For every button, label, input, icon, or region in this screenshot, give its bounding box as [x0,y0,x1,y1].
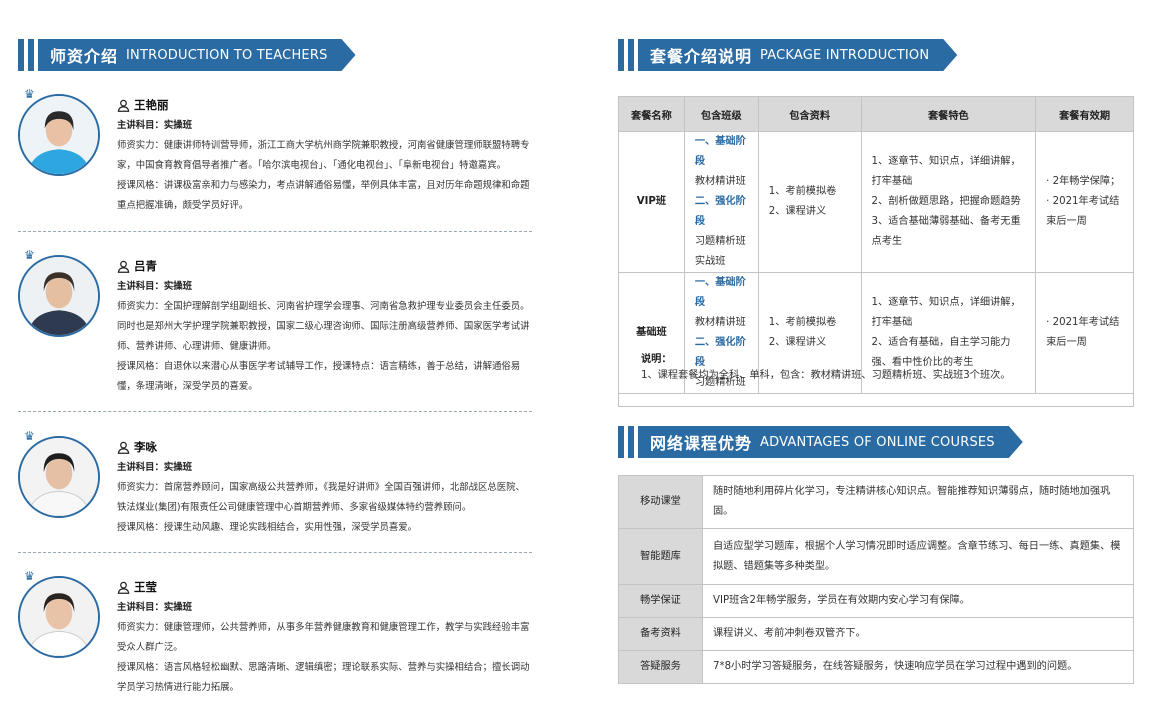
divider [18,552,532,553]
header-accent-bars [618,39,634,71]
advantage-key: 畅学保证 [618,584,703,618]
section-title-cn: 师资介绍 [50,47,119,66]
teacher-photo: ♛ [18,88,104,180]
header-accent-bars [18,39,34,71]
user-icon [117,581,130,594]
advantage-value: 课程讲义、考前冲刺卷双管齐下。 [702,617,1134,651]
table-row: 备考资料 课程讲义、考前冲刺卷双管齐下。 [618,617,1134,651]
table-header-cell: 包含资料 [757,96,862,132]
advantage-value: 随时随地利用碎片化学习，专注精讲核心知识点。智能推荐知识薄弱点，随时随地加强巩固… [702,475,1134,529]
teacher-subject: 主讲科目：实操班 [117,602,193,613]
teacher-strength: 师资实力：首席营养顾问，国家高级公共营养师，《我是好讲师》全国百强讲师，北部战区… [117,482,525,513]
table-row: 畅学保证 VIP班含2年畅学服务，学员在有效期内安心学习有保障。 [618,584,1134,618]
teacher-card: ♛ 李咏 主讲科目：实操班 师资实力：首席营养顾问，国家高级公共营养师，《我是好… [18,430,534,540]
crown-icon: ♛ [24,429,35,443]
advantages-table: 移动课堂 随时随地利用碎片化学习，专注精讲核心知识点。智能推荐知识薄弱点，随时随… [618,475,1134,684]
teacher-name: 李咏 [134,440,157,454]
teacher-subject: 主讲科目：实操班 [117,120,193,131]
section-title-en: INTRODUCTION TO TEACHERS [126,47,328,63]
teacher-card: ♛ 王莹 主讲科目：实操班 师资实力：健康管理师，公共营养师，从事多年营养健康教… [18,570,534,700]
package-materials: 1、考前模拟卷 2、课程讲义 [757,131,862,273]
teacher-name: 王莹 [134,580,157,594]
divider [18,231,532,232]
teacher-name: 吕青 [134,259,157,273]
table-row: VIP班 一、基础阶段 教材精讲班 二、强化阶段 习题精析班 实战班 1、考前模… [618,131,1134,273]
teacher-style: 授课风格：讲课极富亲和力与感染力，考点讲解通俗易懂，举例具体丰富，且对历年命题规… [117,180,530,211]
advantage-key: 备考资料 [618,617,703,651]
note-title: 说明： [641,354,672,365]
teacher-subject: 主讲科目：实操班 [117,281,193,292]
teacher-photo: ♛ [18,430,104,522]
teacher-style: 授课风格：授课生动风趣、理论实践相结合，实用性强，深受学员喜爱。 [117,522,418,533]
crown-icon: ♛ [24,248,35,262]
advantage-key: 智能题库 [618,528,703,585]
teacher-strength: 师资实力：健康讲师特训营导师，浙江工商大学杭州商学院兼职教授，河南省健康管理师联… [117,140,530,171]
table-row: 智能题库 自适应型学习题库，根据个人学习情况即时适应调整。含章节练习、每日一练、… [618,528,1134,585]
package-features: 1、逐章节、知识点，详细讲解，打牢基础 2、剖析做题思路，把握命题趋势 3、适合… [860,131,1037,273]
package-section-header: 套餐介绍说明 PACKAGE INTRODUCTION [618,39,957,71]
teacher-name: 王艳丽 [134,98,169,112]
advantages-banner: 网络课程优势 ADVANTAGES OF ONLINE COURSES [638,426,1023,458]
package-note: 说明： 1、课程套餐均为全科、单科，包含：教材精讲班、习题精析班、实战班3个班次… [618,336,1134,407]
table-header-row: 套餐名称 包含班级 包含资料 套餐特色 套餐有效期 [618,96,1134,132]
package-name: VIP班 [618,131,685,273]
teacher-strength: 师资实力：全国护理解剖学组副组长、河南省护理学会理事、河南省急救护理专业委员会主… [117,301,530,352]
package-classes: 一、基础阶段 教材精讲班 二、强化阶段 习题精析班 实战班 [683,131,759,273]
note-text: 1、课程套餐均为全科、单科，包含：教材精讲班、习题精析班、实战班3个班次。 [641,370,1011,381]
teacher-strength: 师资实力：健康管理师，公共营养师，从事多年营养健康教育和健康管理工作，教学与实践… [117,622,530,653]
teacher-photo: ♛ [18,249,104,341]
user-icon [117,441,130,454]
table-row: 答疑服务 7*8小时学习答疑服务，在线答疑服务，快速响应学员在学习过程中遇到的问… [618,650,1134,684]
advantage-key: 答疑服务 [618,650,703,684]
advantage-key: 移动课堂 [618,475,703,529]
table-row: 移动课堂 随时随地利用碎片化学习，专注精讲核心知识点。智能推荐知识薄弱点，随时随… [618,475,1134,529]
teacher-style: 授课风格：自退休以来潜心从事医学考试辅导工作，授课特点：语言精练，善于总结，讲解… [117,361,521,392]
table-header-cell: 套餐特色 [860,96,1037,132]
table-header-cell: 套餐名称 [618,96,685,132]
package-banner: 套餐介绍说明 PACKAGE INTRODUCTION [638,39,957,71]
section-title-en: PACKAGE INTRODUCTION [760,47,930,63]
user-icon [117,99,130,112]
section-title-cn: 网络课程优势 [650,434,753,453]
package-validity: · 2年畅学保障； · 2021年考试结束后一周 [1035,131,1134,273]
advantage-value: 7*8小时学习答疑服务，在线答疑服务，快速响应学员在学习过程中遇到的问题。 [702,650,1134,684]
crown-icon: ♛ [24,87,35,101]
advantage-value: VIP班含2年畅学服务，学员在有效期内安心学习有保障。 [702,584,1134,618]
teacher-subject: 主讲科目：实操班 [117,462,193,473]
advantage-value: 自适应型学习题库，根据个人学习情况即时适应调整。含章节练习、每日一练、真题集、模… [702,528,1134,585]
advantages-section-header: 网络课程优势 ADVANTAGES OF ONLINE COURSES [618,426,1023,458]
user-icon [117,260,130,273]
teacher-card: ♛ 王艳丽 主讲科目：实操班 师资实力：健康讲师特训营导师，浙江工商大学杭州商学… [18,88,534,218]
teacher-photo: ♛ [18,570,104,662]
section-title-en: ADVANTAGES OF ONLINE COURSES [760,434,995,450]
teachers-banner: 师资介绍 INTRODUCTION TO TEACHERS [38,39,356,71]
table-header-cell: 包含班级 [683,96,759,132]
divider [18,411,532,412]
teacher-card: ♛ 吕青 主讲科目：实操班 师资实力：全国护理解剖学组副组长、河南省护理学会理事… [18,249,534,399]
teachers-section-header: 师资介绍 INTRODUCTION TO TEACHERS [18,39,356,71]
teacher-style: 授课风格：语言风格轻松幽默、思路清晰、逻辑缜密；理论联系实际、营养与实操相结合；… [117,662,530,693]
table-header-cell: 套餐有效期 [1035,96,1134,132]
section-title-cn: 套餐介绍说明 [650,47,753,66]
crown-icon: ♛ [24,569,35,583]
header-accent-bars [618,426,634,458]
